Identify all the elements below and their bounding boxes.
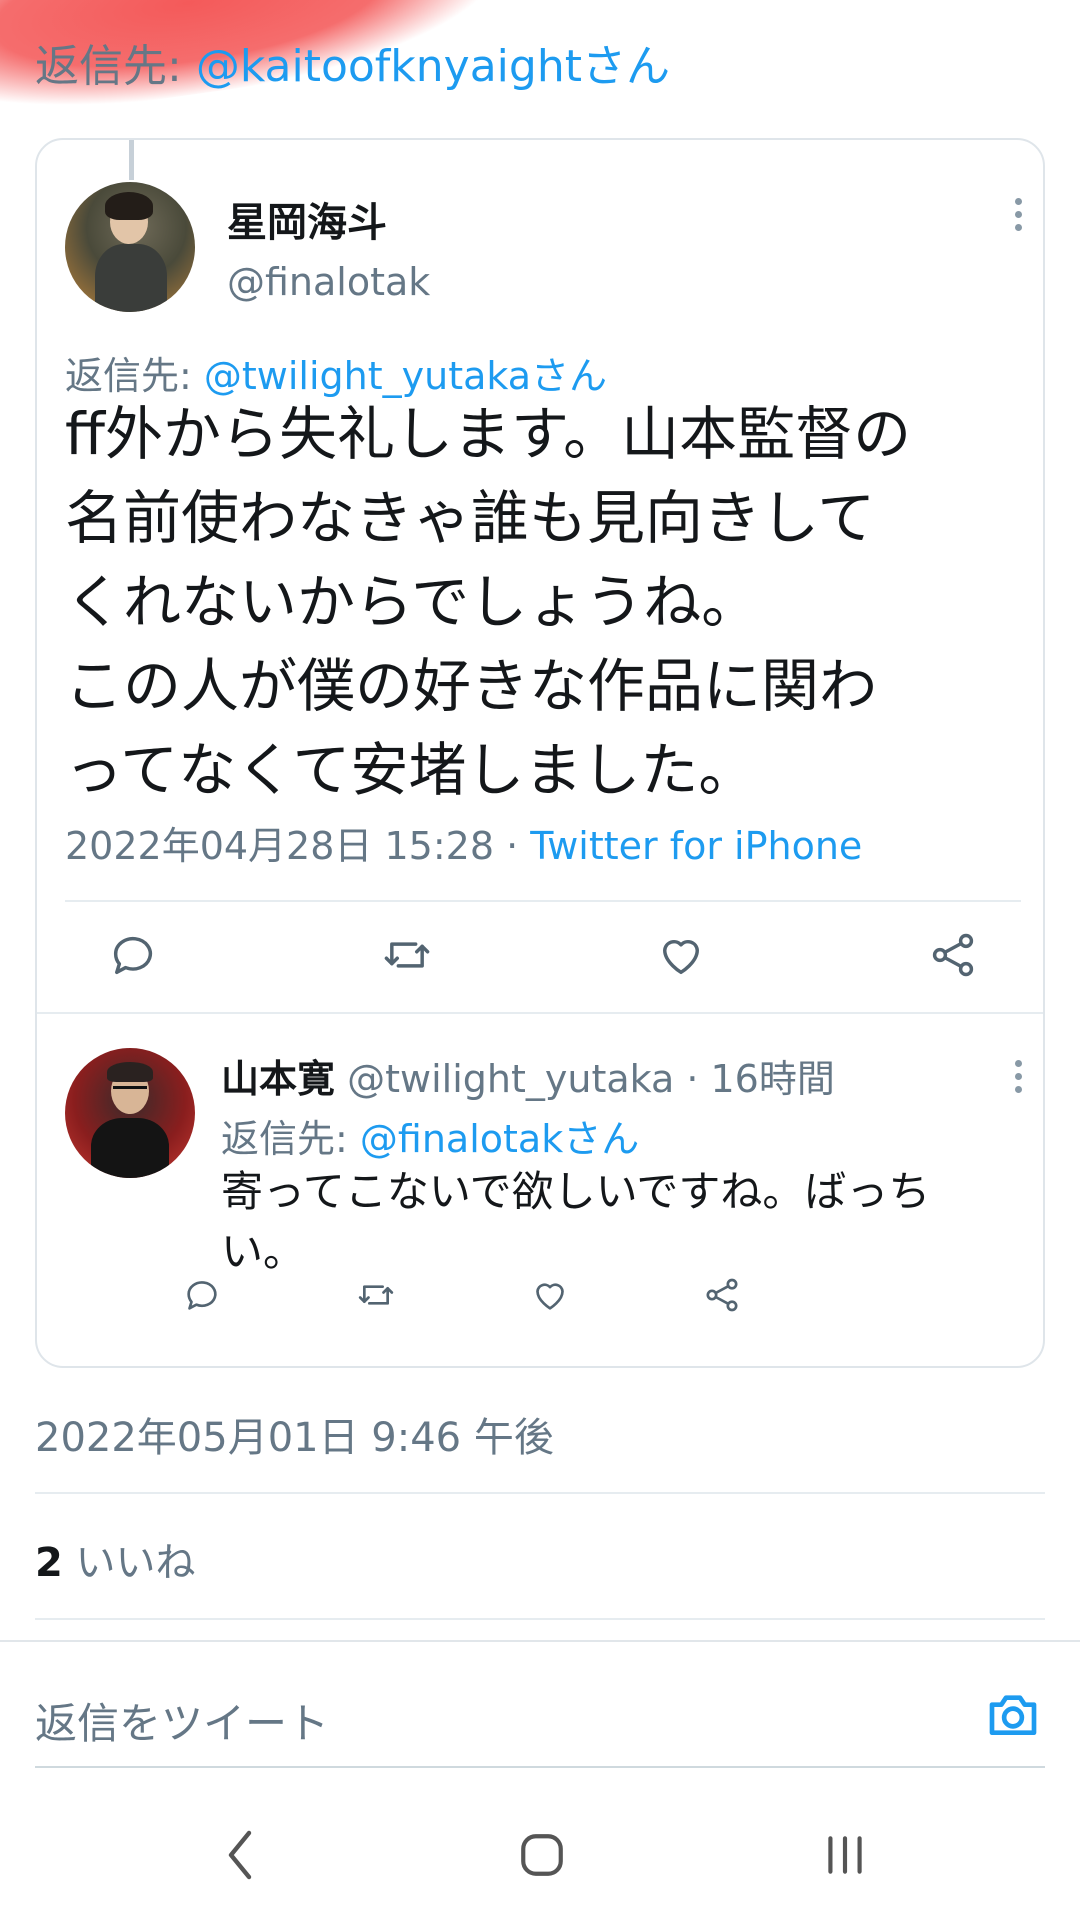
recents-button[interactable]: [800, 1810, 890, 1900]
likes-label: いいね: [62, 1540, 196, 1586]
reply-icon: [187, 1281, 217, 1310]
tweet-text-line: ってなくて安堵しました。: [65, 736, 757, 804]
author-handle[interactable]: @finalotak: [227, 260, 430, 304]
author-name[interactable]: 星岡海斗: [227, 190, 387, 248]
share-icon: [932, 933, 974, 977]
retweet-icon: [358, 1285, 394, 1305]
divider: [37, 1012, 1043, 1014]
reply-to-prefix: 返信先:: [35, 41, 196, 92]
divider: [0, 1640, 1080, 1642]
quoted-thread-card[interactable]: 星岡海斗 @finalotak 返信先: @twilight_yutakaさん …: [35, 138, 1045, 1368]
reply-to-line: 返信先: @finalotakさん: [221, 1108, 639, 1163]
reply-button[interactable]: [182, 1275, 222, 1315]
likes-count[interactable]: 2 いいね: [35, 1530, 196, 1588]
android-nav-bar: [0, 1810, 1080, 1900]
tweet-meta: 2022年04月28日 15:28 · Twitter for iPhone: [65, 815, 862, 870]
tweet-text: 寄ってこないで欲しいですね。ばっち い。: [221, 1162, 1021, 1282]
more-options-icon[interactable]: [1015, 198, 1023, 231]
tweet-text-line: この人が僕の好きな作品に関わ: [65, 652, 878, 720]
reply-button[interactable]: [107, 929, 159, 981]
reply-tweet-header: 山本寛 @twilight_yutaka · 16時間: [221, 1048, 835, 1103]
reply-input[interactable]: 返信をツイート: [35, 1690, 329, 1751]
likes-number: 2: [35, 1540, 63, 1586]
tweet-text-line: ff外から失礼します。山本監督の: [65, 400, 912, 468]
home-icon: [521, 1834, 563, 1876]
divider: [35, 1618, 1045, 1620]
heart-icon: [536, 1283, 564, 1310]
retweet-icon: [384, 942, 430, 968]
retweet-button[interactable]: [354, 1275, 398, 1315]
tweet-text-line: くれないからでしょうね。: [65, 568, 760, 636]
reply-icon: [113, 936, 153, 975]
reply-to-mention-link[interactable]: @kaitoofknyaightさん: [196, 41, 670, 92]
camera-button[interactable]: [985, 1686, 1041, 1742]
reply-to-header: 返信先: @kaitoofknyaightさん: [35, 30, 670, 94]
home-button[interactable]: [497, 1810, 587, 1900]
like-button[interactable]: [655, 929, 707, 981]
tweet-timestamp: 2022年04月28日 15:28: [65, 824, 495, 868]
tweet-text-line: 寄ってこないで欲しいですね。ばっち: [221, 1167, 931, 1216]
tweet-actions: [107, 915, 979, 995]
more-options-icon[interactable]: [1015, 1060, 1023, 1093]
divider: [35, 1492, 1045, 1494]
thread-line: [129, 140, 134, 180]
meta-separator: ·: [494, 824, 531, 868]
reply-to-prefix: 返信先:: [221, 1117, 360, 1161]
tweet-actions: [182, 1265, 742, 1325]
tweet-relative-time: · 16時間: [674, 1057, 835, 1101]
divider: [65, 900, 1021, 902]
tweet-text-line: 名前使わなきゃ誰も見向きして: [65, 484, 876, 552]
tweet-timestamp: 2022年05月01日 9:46 午後: [35, 1415, 554, 1461]
author-name[interactable]: 山本寛: [221, 1057, 335, 1101]
tweet-text: ff外から失礼します。山本監督の 名前使わなきゃ誰も見向きして くれないからでし…: [65, 392, 1025, 812]
avatar[interactable]: [65, 1048, 195, 1178]
avatar[interactable]: [65, 182, 195, 312]
heart-icon: [663, 939, 699, 975]
back-button[interactable]: [196, 1810, 286, 1900]
share-button[interactable]: [702, 1275, 742, 1315]
reply-to-mention-link[interactable]: @finalotakさん: [360, 1117, 639, 1161]
retweet-button[interactable]: [379, 929, 435, 981]
share-button[interactable]: [927, 929, 979, 981]
divider: [35, 1766, 1045, 1768]
author-handle[interactable]: @twilight_yutaka: [347, 1057, 674, 1101]
camera-icon: [989, 1695, 1037, 1735]
like-button[interactable]: [530, 1275, 570, 1315]
recents-icon: [828, 1836, 862, 1874]
back-icon: [228, 1830, 252, 1880]
share-icon: [706, 1278, 738, 1312]
tweet-source-link[interactable]: Twitter for iPhone: [530, 824, 862, 868]
